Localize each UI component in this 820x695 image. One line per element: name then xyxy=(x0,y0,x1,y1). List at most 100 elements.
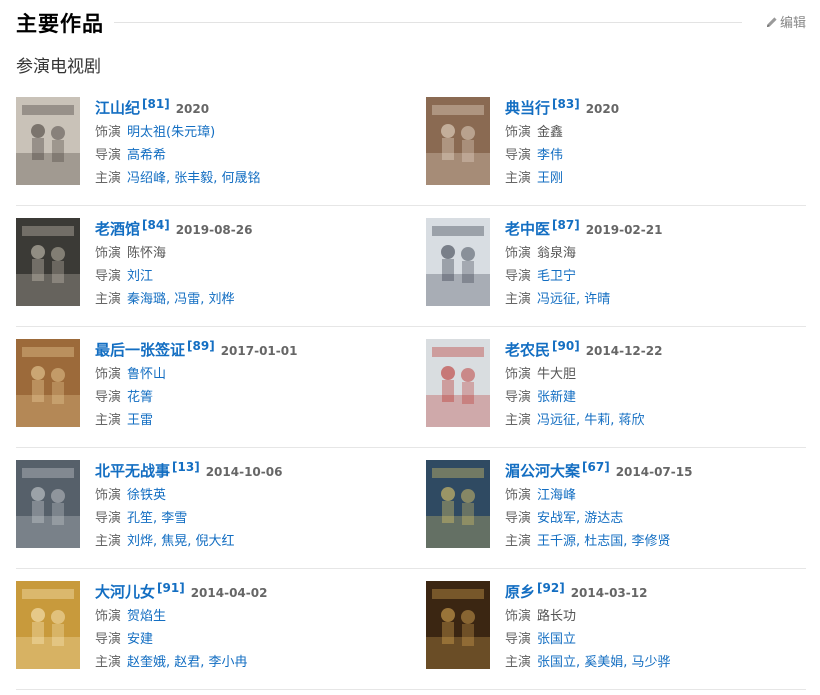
starring-links[interactable]: 冯远征, 牛莉, 蒋欣 xyxy=(537,413,645,428)
poster-image[interactable] xyxy=(16,339,80,427)
director-label: 导演 xyxy=(505,148,532,163)
role-value[interactable]: 鲁怀山 xyxy=(127,367,166,382)
poster-image[interactable] xyxy=(426,581,490,669)
release-date: 2019-08-26 xyxy=(175,223,253,237)
role-value[interactable]: 徐铁英 xyxy=(127,488,166,503)
reference-link[interactable]: [89] xyxy=(187,339,215,353)
work-card: 湄公河大案 [67] 2014-07-15 饰演 江海峰 导演 安战军, 游达志 主演 王千源,… xyxy=(426,460,806,560)
poster-image[interactable] xyxy=(16,460,80,548)
director-label: 导演 xyxy=(505,269,532,284)
edit-link[interactable]: 编辑 xyxy=(766,12,806,31)
director-link[interactable]: 张国立 xyxy=(537,632,576,647)
works-row: 江山纪 [81] 2020 饰演 明太祖(朱元璋) 导演 高希希 主演 冯绍峰, 张丰毅, 何晟… xyxy=(16,85,806,206)
edit-label: 编辑 xyxy=(779,16,806,31)
work-info: 典当行 [83] 2020 饰演 金鑫 导演 李伟 主演 王刚 xyxy=(505,97,806,190)
work-title-link[interactable]: 湄公河大案 xyxy=(505,462,580,480)
reference-link[interactable]: [92] xyxy=(537,581,565,595)
work-title-link[interactable]: 老酒馆 xyxy=(95,220,140,238)
starring-links[interactable]: 王刚 xyxy=(537,171,563,186)
reference-link[interactable]: [90] xyxy=(552,339,580,353)
director-link[interactable]: 张新建 xyxy=(537,390,576,405)
work-title-link[interactable]: 老中医 xyxy=(505,220,550,238)
director-link[interactable]: 刘江 xyxy=(127,269,153,284)
work-title-link[interactable]: 大河儿女 xyxy=(95,583,155,601)
director-link[interactable]: 安战军, 游达志 xyxy=(537,511,623,526)
starring-links[interactable]: 秦海璐, 冯雷, 刘桦 xyxy=(127,292,235,307)
director-label: 导演 xyxy=(95,632,122,647)
reference-link[interactable]: [91] xyxy=(157,581,185,595)
starring-label: 主演 xyxy=(505,534,532,549)
works-row: 北平无战事 [13] 2014-10-06 饰演 徐铁英 导演 孔笙, 李雪 主演 刘烨, 焦晃… xyxy=(16,448,806,569)
starring-label: 主演 xyxy=(505,655,532,670)
starring-links[interactable]: 刘烨, 焦晃, 倪大红 xyxy=(127,534,235,549)
release-date: 2014-12-22 xyxy=(585,344,663,358)
reference-link[interactable]: [87] xyxy=(552,218,580,232)
director-link[interactable]: 李伟 xyxy=(537,148,563,163)
role-label: 饰演 xyxy=(95,609,122,624)
work-card: 原乡 [92] 2014-03-12 饰演 路长功 导演 张国立 主演 张国立, 奚美娟, 马少… xyxy=(426,581,806,681)
subsection-title: 参演电视剧 xyxy=(16,57,101,77)
role-value: 金鑫 xyxy=(537,125,564,140)
reference-link[interactable]: [67] xyxy=(582,460,610,474)
poster-image[interactable] xyxy=(16,581,80,669)
director-link[interactable]: 花箐 xyxy=(127,390,153,405)
starring-links[interactable]: 赵奎娥, 赵君, 李小冉 xyxy=(127,655,248,670)
release-date: 2014-07-15 xyxy=(615,465,693,479)
role-value[interactable]: 贺焰生 xyxy=(127,609,166,624)
starring-links[interactable]: 王雷 xyxy=(127,413,153,428)
reference-link[interactable]: [84] xyxy=(142,218,170,232)
works-row: 老酒馆 [84] 2019-08-26 饰演 陈怀海 导演 刘江 主演 秦海璐, 冯雷, 刘桦老… xyxy=(16,206,806,327)
release-date: 2017-01-01 xyxy=(220,344,298,358)
starring-label: 主演 xyxy=(95,292,122,307)
director-label: 导演 xyxy=(505,390,532,405)
director-label: 导演 xyxy=(95,511,122,526)
reference-link[interactable]: [83] xyxy=(552,97,580,111)
role-label: 饰演 xyxy=(505,609,532,624)
poster-image[interactable] xyxy=(16,218,80,306)
release-date: 2019-02-21 xyxy=(585,223,663,237)
director-link[interactable]: 毛卫宁 xyxy=(537,269,576,284)
work-title-link[interactable]: 典当行 xyxy=(505,99,550,117)
work-card: 北平无战事 [13] 2014-10-06 饰演 徐铁英 导演 孔笙, 李雪 主演 刘烨, 焦晃… xyxy=(16,460,396,560)
release-date: 2020 xyxy=(175,102,210,116)
starring-label: 主演 xyxy=(95,534,122,549)
role-value: 翁泉海 xyxy=(537,246,577,261)
poster-image[interactable] xyxy=(16,97,80,185)
reference-link[interactable]: [81] xyxy=(142,97,170,111)
work-info: 湄公河大案 [67] 2014-07-15 饰演 江海峰 导演 安战军, 游达志 主演 王千源,… xyxy=(505,460,806,553)
director-label: 导演 xyxy=(95,148,122,163)
poster-image[interactable] xyxy=(426,97,490,185)
work-card: 大河儿女 [91] 2014-04-02 饰演 贺焰生 导演 安建 主演 赵奎娥, 赵君, 李小… xyxy=(16,581,396,681)
starring-links[interactable]: 王千源, 杜志国, 李修贤 xyxy=(537,534,671,549)
work-title-link[interactable]: 最后一张签证 xyxy=(95,341,185,359)
poster-image[interactable] xyxy=(426,339,490,427)
starring-links[interactable]: 冯远征, 许晴 xyxy=(537,292,610,307)
pencil-icon xyxy=(766,17,777,27)
role-label: 饰演 xyxy=(95,488,122,503)
work-title-link[interactable]: 江山纪 xyxy=(95,99,140,117)
role-value[interactable]: 江海峰 xyxy=(537,488,576,503)
works-row: 最后一张签证 [89] 2017-01-01 饰演 鲁怀山 导演 花箐 主演 王雷 老农民 [90]… xyxy=(16,327,806,448)
header-divider xyxy=(114,22,742,23)
work-card: 老酒馆 [84] 2019-08-26 饰演 陈怀海 导演 刘江 主演 秦海璐, 冯雷, 刘桦 xyxy=(16,218,396,318)
reference-link[interactable]: [13] xyxy=(172,460,200,474)
work-title-link[interactable]: 老农民 xyxy=(505,341,550,359)
works-grid: 江山纪 [81] 2020 饰演 明太祖(朱元璋) 导演 高希希 主演 冯绍峰, 张丰毅, 何晟… xyxy=(16,85,806,690)
starring-links[interactable]: 张国立, 奚美娟, 马少骅 xyxy=(537,655,671,670)
work-title-link[interactable]: 北平无战事 xyxy=(95,462,170,480)
work-info: 江山纪 [81] 2020 饰演 明太祖(朱元璋) 导演 高希希 主演 冯绍峰, 张丰毅, 何晟… xyxy=(95,97,396,190)
role-label: 饰演 xyxy=(505,488,532,503)
poster-image[interactable] xyxy=(426,460,490,548)
director-link[interactable]: 孔笙, 李雪 xyxy=(127,511,187,526)
starring-label: 主演 xyxy=(505,413,532,428)
starring-links[interactable]: 冯绍峰, 张丰毅, 何晟铭 xyxy=(127,171,261,186)
section-title: 主要作品 xyxy=(16,12,104,36)
starring-label: 主演 xyxy=(95,413,122,428)
director-link[interactable]: 高希希 xyxy=(127,148,166,163)
work-title-link[interactable]: 原乡 xyxy=(505,583,535,601)
director-link[interactable]: 安建 xyxy=(127,632,153,647)
role-value[interactable]: 明太祖(朱元璋) xyxy=(127,125,215,140)
role-label: 饰演 xyxy=(505,246,532,261)
poster-image[interactable] xyxy=(426,218,490,306)
work-card: 老中医 [87] 2019-02-21 饰演 翁泉海 导演 毛卫宁 主演 冯远征, 许晴 xyxy=(426,218,806,318)
